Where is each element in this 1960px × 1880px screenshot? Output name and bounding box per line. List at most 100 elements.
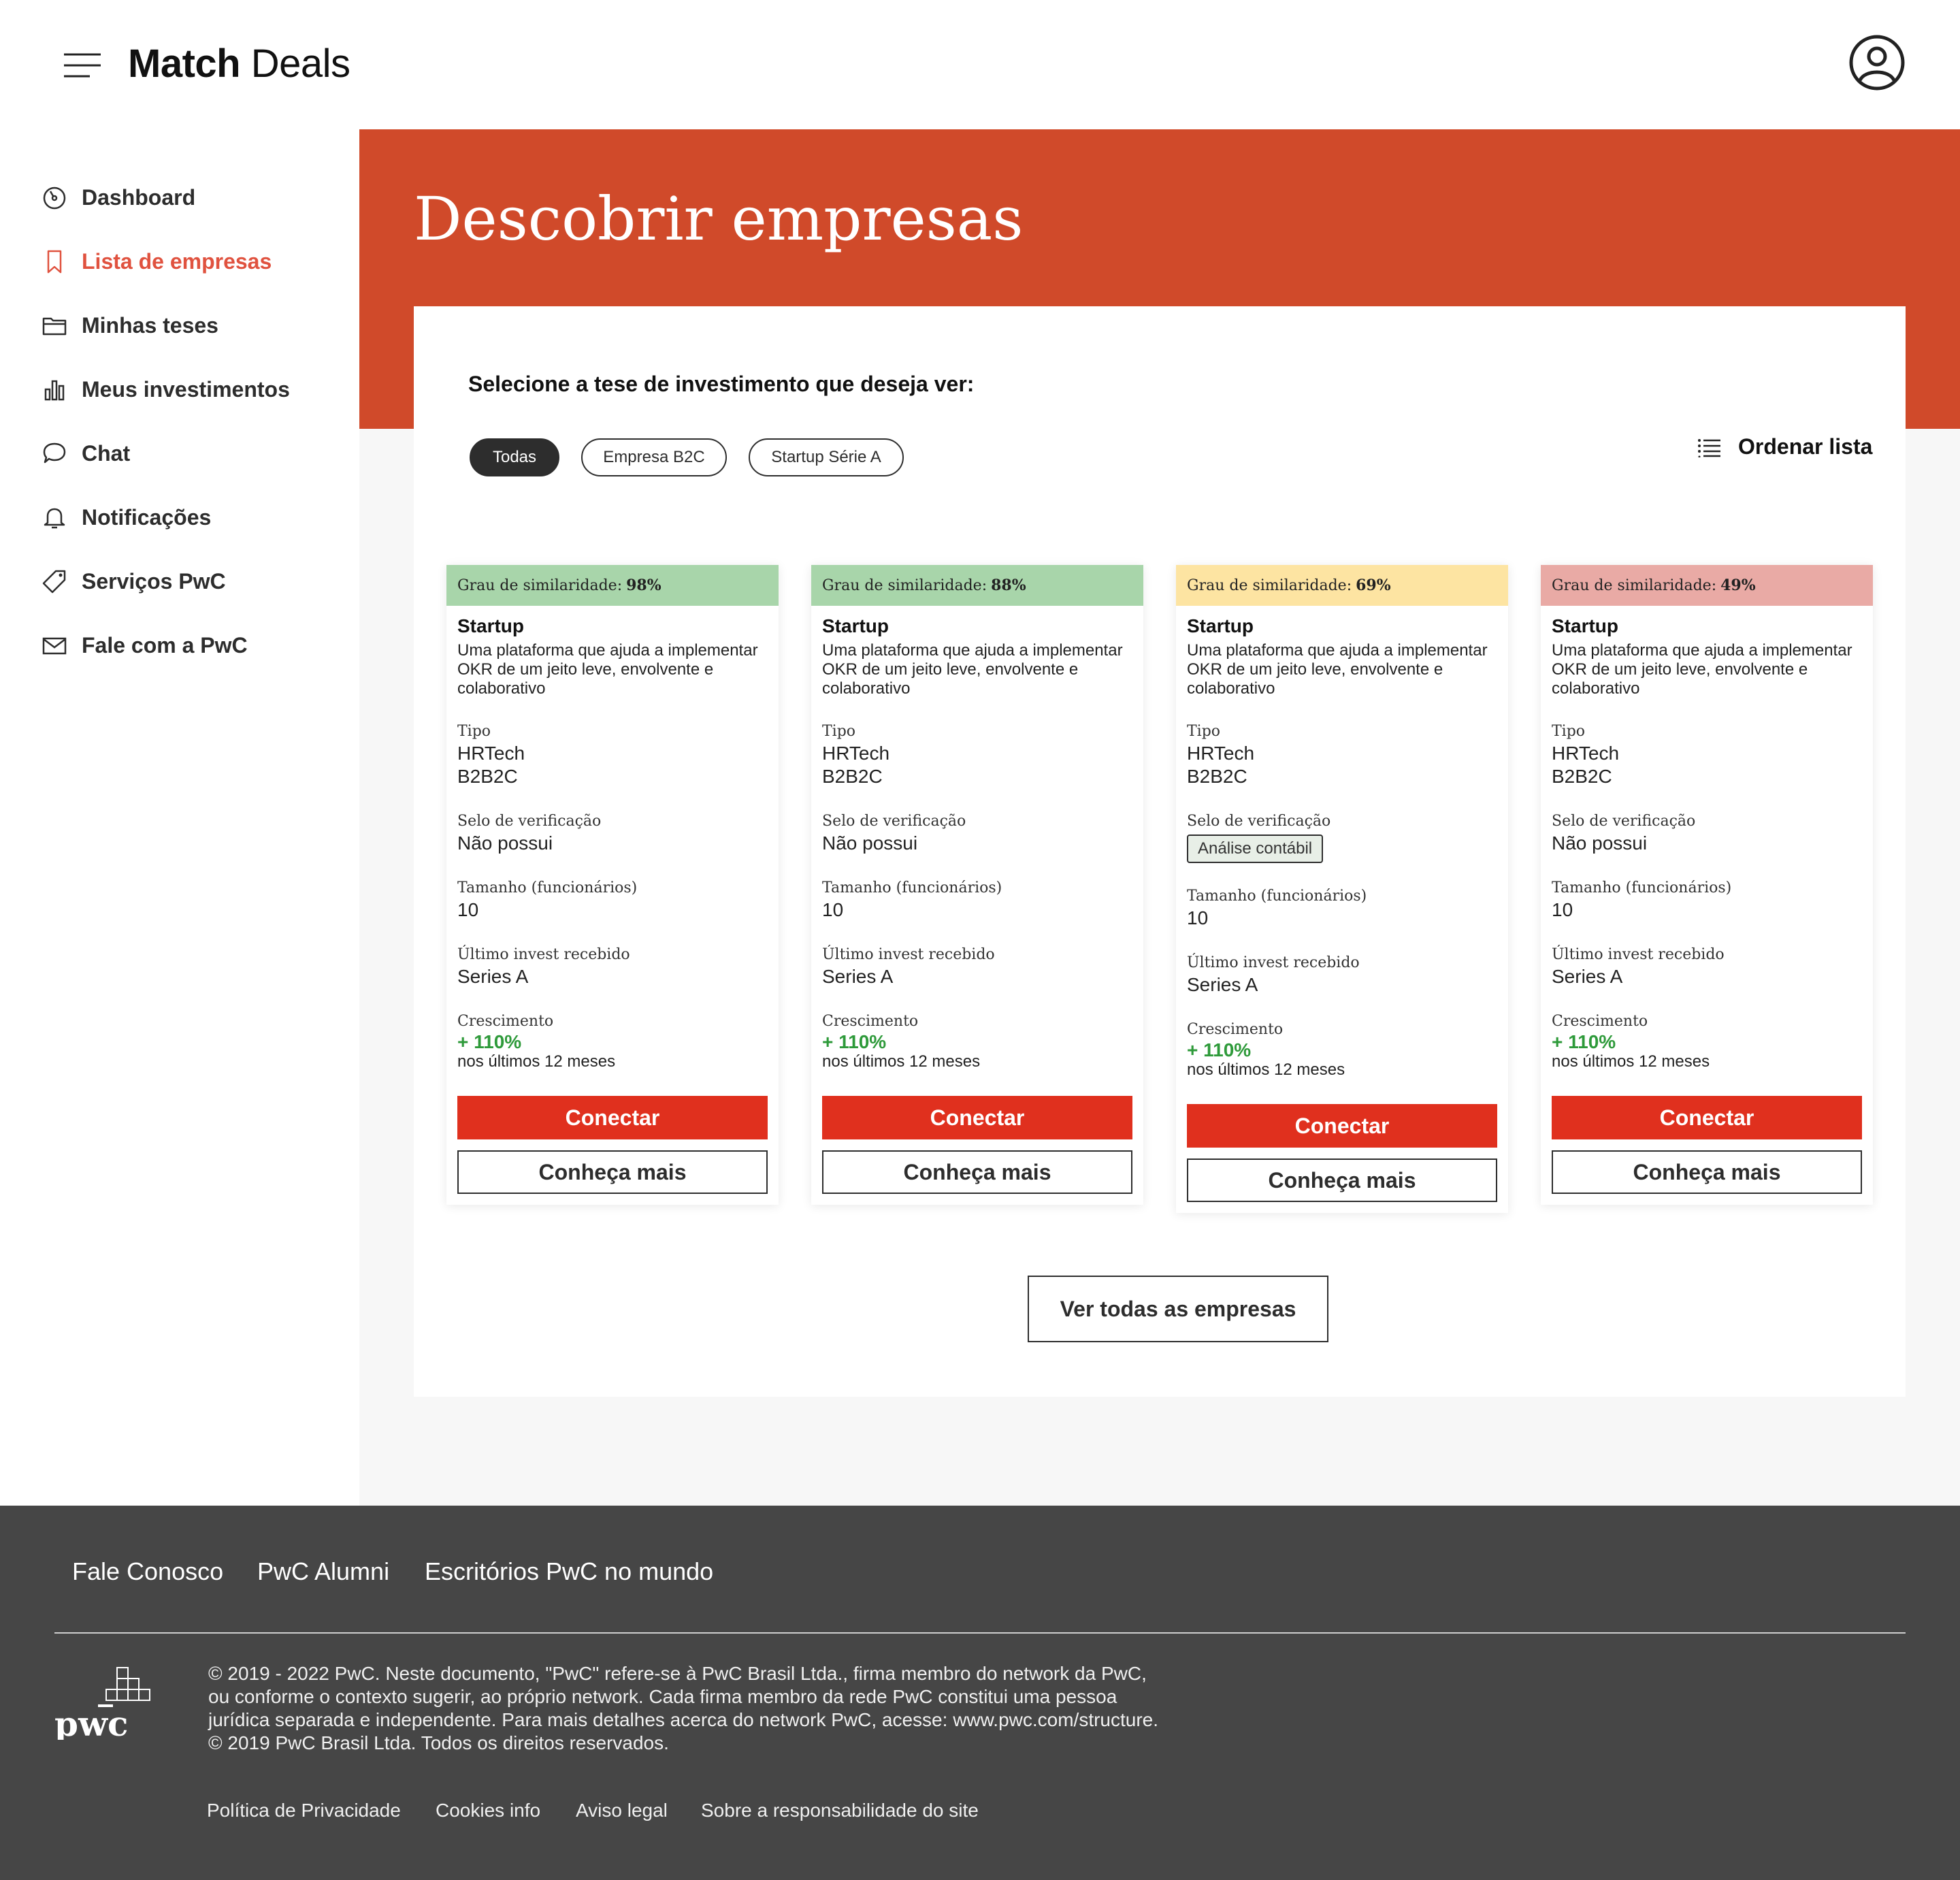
filter-chip-label: Empresa B2C (603, 448, 705, 466)
sidebar-item-meus-investimentos[interactable]: Meus investimentos (41, 369, 290, 410)
similarity-bar: Grau de similaridade: 69% (1176, 565, 1508, 606)
similarity-label: Grau de similaridade: (822, 577, 987, 594)
footer-link-pwc-alumni[interactable]: PwC Alumni (257, 1557, 389, 1586)
sidebar-item-label: Dashboard (82, 184, 196, 210)
company-card: Grau de similaridade: 98% Startup Uma plata… (446, 565, 779, 1205)
similarity-label: Grau de similaridade: (1187, 577, 1352, 594)
pwc-logo: pwc (54, 1667, 150, 1740)
filter-chip-label: Todas (492, 448, 537, 466)
verification-label: Selo de verificação (822, 813, 966, 830)
learn-more-button[interactable]: Conheça mais (457, 1150, 768, 1194)
sidebar-item-notificacoes[interactable]: Notificações (41, 497, 211, 538)
bookmark-icon (47, 250, 62, 274)
gauge-icon (43, 187, 66, 210)
sidebar-item-label: Lista de empresas (82, 248, 272, 274)
footer-link-privacidade[interactable]: Política de Privacidade (207, 1800, 401, 1821)
footer-link-escritorios[interactable]: Escritórios PwC no mundo (425, 1557, 713, 1586)
connect-button[interactable]: Conectar (1187, 1104, 1497, 1148)
size-label: Tamanho (funcionários) (457, 879, 638, 896)
growth-label: Crescimento (1187, 1021, 1284, 1038)
verification-label: Selo de verificação (1552, 813, 1696, 830)
user-account-icon[interactable] (1848, 34, 1906, 91)
footer-link-aviso-legal[interactable]: Aviso legal (576, 1800, 668, 1821)
filter-chip-label: Startup Série A (771, 448, 881, 466)
card-title: Startup (1552, 615, 1618, 636)
similarity-label: Grau de similaridade: (1552, 577, 1717, 594)
chat-bubble-icon (43, 442, 66, 464)
sidebar-item-label: Serviços PwC (82, 568, 226, 594)
see-all-companies-button[interactable]: Ver todas as empresas (1028, 1276, 1328, 1342)
verification-value: Não possui (822, 832, 918, 854)
growth-label: Crescimento (1552, 1013, 1648, 1030)
page-title: Descobrir empresas (414, 184, 1024, 254)
size-label: Tamanho (funcionários) (1187, 888, 1367, 905)
footer-link-fale-conosco[interactable]: Fale Conosco (72, 1557, 223, 1586)
size-label: Tamanho (funcionários) (1552, 879, 1732, 896)
footer-link-cookies[interactable]: Cookies info (436, 1800, 540, 1821)
learn-more-label: Conheça mais (1268, 1167, 1416, 1193)
legal-line: © 2019 - 2022 PwC. Neste documento, "PwC… (208, 1663, 1147, 1684)
footer-link-responsabilidade[interactable]: Sobre a responsabilidade do site (701, 1800, 979, 1821)
see-all-label: Ver todas as empresas (1060, 1296, 1296, 1321)
card-description: Uma plataforma que ajuda a implementar O… (1552, 641, 1852, 698)
learn-more-label: Conheça mais (1633, 1159, 1781, 1184)
filter-chip-empresa-b2c[interactable]: Empresa B2C (581, 438, 727, 476)
connect-label: Conectar (565, 1105, 660, 1130)
sidebar-item-dashboard[interactable]: Dashboard (41, 177, 195, 218)
last-investment-value: Series A (457, 966, 529, 987)
connect-button[interactable]: Conectar (457, 1096, 768, 1139)
legal-notice: © 2019 - 2022 PwC. Neste documento, "PwC… (208, 1662, 1229, 1755)
growth-period: nos últimos 12 meses (1552, 1052, 1710, 1071)
sidebar-item-servicos-pwc[interactable]: Serviços PwC (41, 561, 226, 602)
last-investment-value: Series A (1187, 974, 1258, 995)
card-title: Startup (822, 615, 889, 636)
growth-period: nos últimos 12 meses (1187, 1060, 1345, 1079)
filter-chip-startup-serie-a[interactable]: Startup Série A (749, 438, 904, 476)
last-investment-label: Último invest recebido (457, 946, 630, 963)
similarity-label: Grau de similaridade: (457, 577, 623, 594)
growth-period: nos últimos 12 meses (822, 1052, 981, 1071)
type-label: Tipo (1552, 723, 1586, 740)
sidebar-item-label: Chat (82, 440, 131, 466)
learn-more-button[interactable]: Conheça mais (1552, 1150, 1862, 1194)
similarity-value: 49% (1720, 577, 1756, 594)
growth-value: + 110% (1187, 1039, 1252, 1060)
last-investment-label: Último invest recebido (1187, 954, 1360, 971)
sidebar-item-label: Notificações (82, 504, 212, 530)
mail-icon (42, 637, 67, 655)
bell-icon (44, 508, 65, 529)
learn-more-button[interactable]: Conheça mais (822, 1150, 1132, 1194)
verification-badge: Análise contábil (1187, 834, 1324, 863)
hamburger-menu-icon[interactable] (63, 52, 102, 79)
card-title: Startup (457, 615, 524, 636)
brand-logo[interactable]: Match Deals (128, 39, 350, 88)
sidebar-item-label: Minhas teses (82, 312, 218, 338)
growth-value: + 110% (457, 1031, 522, 1052)
card-description: Uma plataforma que ajuda a implementar O… (457, 641, 758, 698)
company-card: Grau de similaridade: 88% Startup Uma plata… (811, 565, 1143, 1205)
sidebar-item-minhas-teses[interactable]: Minhas teses (41, 305, 218, 346)
similarity-value: 88% (991, 577, 1026, 594)
type-value: HRTech (1187, 743, 1255, 764)
filter-chip-todas[interactable]: Todas (470, 438, 559, 476)
growth-label: Crescimento (457, 1013, 554, 1030)
similarity-bar: Grau de similaridade: 49% (1541, 565, 1873, 606)
sidebar-item-fale-com-a-pwc[interactable]: Fale com a PwC (41, 625, 248, 666)
connect-button[interactable]: Conectar (1552, 1096, 1862, 1139)
folder-icon (42, 317, 67, 336)
verification-label: Selo de verificação (457, 813, 602, 830)
connect-button[interactable]: Conectar (822, 1096, 1132, 1139)
sort-list-button[interactable]: Ordenar lista (1697, 434, 1872, 459)
learn-more-button[interactable]: Conheça mais (1187, 1158, 1497, 1202)
verification-value: Não possui (1552, 832, 1648, 854)
growth-value: + 110% (1552, 1031, 1616, 1052)
top-bar: Match Deals (0, 0, 1960, 129)
last-investment-value: Series A (822, 966, 894, 987)
company-card: Grau de similaridade: 69% Startup Uma plata… (1176, 565, 1508, 1213)
brand-light: Deals (250, 42, 350, 86)
growth-value: + 110% (822, 1031, 887, 1052)
sort-label: Ordenar lista (1738, 434, 1873, 459)
sidebar-item-chat[interactable]: Chat (41, 433, 130, 474)
sidebar-item-lista-de-empresas[interactable]: Lista de empresas (41, 241, 272, 282)
last-investment-label: Último invest recebido (1552, 946, 1725, 963)
